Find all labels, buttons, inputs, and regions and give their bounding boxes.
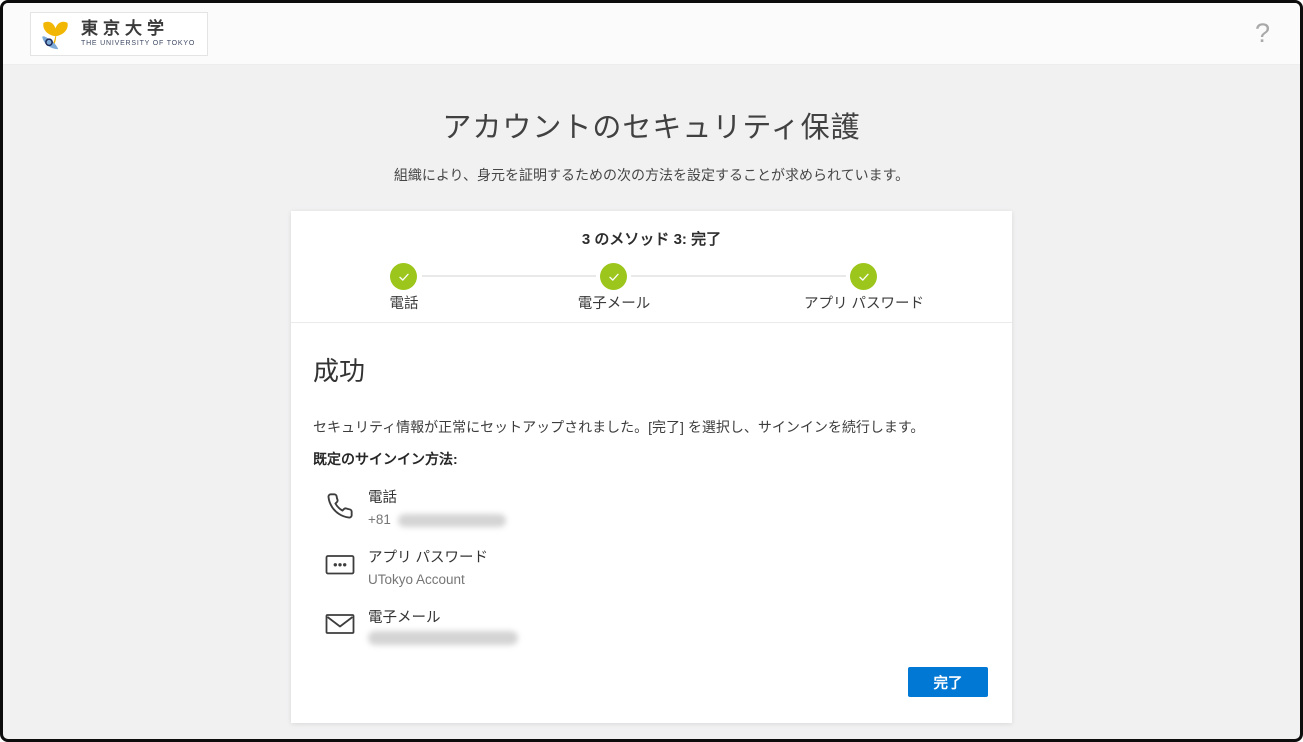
check-icon (606, 269, 622, 285)
step-email-complete-badge (600, 263, 627, 290)
top-bar: 東京大学 THE UNIVERSITY OF TOKYO ? (3, 3, 1300, 65)
ginkgo-leaf-icon (37, 15, 74, 52)
step-app-password-complete-badge (850, 263, 877, 290)
main-content: アカウントのセキュリティ保護 組織により、身元を証明するための次の方法を設定する… (3, 65, 1300, 739)
method-text: 電話 +81 (368, 489, 506, 529)
method-list: 電話 +81 (313, 489, 988, 645)
logo-text: 東京大学 THE UNIVERSITY OF TOKYO (81, 20, 195, 47)
step-label-email: 電子メール (578, 292, 651, 313)
method-label-email: 電子メール (368, 609, 518, 627)
progress-title: 3 のメソッド 3: 完了 (291, 228, 1012, 249)
page-frame: 東京大学 THE UNIVERSITY OF TOKYO ? アカウントのセキュ… (0, 0, 1303, 742)
university-logo: 東京大学 THE UNIVERSITY OF TOKYO (30, 12, 208, 56)
step-label-phone: 電話 (390, 292, 419, 313)
phone-country-code: +81 (368, 511, 391, 529)
success-message: セキュリティ情報が正常にセットアップされました。[完了] を選択し、サインインを… (313, 417, 988, 437)
default-sign-in-method-label: 既定のサインイン方法: (313, 449, 988, 469)
list-item-phone: 電話 +81 (313, 489, 988, 529)
step-phone-complete-badge (390, 263, 417, 290)
success-panel: 成功 セキュリティ情報が正常にセットアップされました。[完了] を選択し、サイン… (291, 323, 1012, 723)
method-label-phone: 電話 (368, 489, 506, 507)
help-icon[interactable]: ? (1255, 20, 1270, 47)
page-title: アカウントのセキュリティ保護 (3, 104, 1300, 146)
step-connector-line (631, 275, 846, 277)
button-row: 完了 (313, 667, 988, 697)
progress-tracker: 3 のメソッド 3: 完了 (291, 211, 1012, 323)
method-text: 電子メール (368, 609, 518, 645)
method-detail-phone: +81 (368, 511, 506, 529)
done-button[interactable]: 完了 (908, 667, 988, 697)
email-icon (325, 609, 355, 645)
step-label-app-password: アプリ パスワード (804, 292, 924, 313)
success-heading: 成功 (313, 353, 988, 389)
method-detail-email (368, 631, 518, 645)
check-icon (856, 269, 872, 285)
redacted-phone-number (398, 514, 506, 527)
app-password-icon (325, 549, 355, 589)
logo-en-label: THE UNIVERSITY OF TOKYO (81, 40, 195, 47)
list-item-email: 電子メール (313, 609, 988, 645)
list-item-app-password: アプリ パスワード UTokyo Account (313, 549, 988, 589)
page-subtitle: 組織により、身元を証明するための次の方法を設定することが求められています。 (3, 165, 1300, 185)
logo-jp-label: 東京大学 (81, 20, 195, 37)
method-text: アプリ パスワード UTokyo Account (368, 549, 488, 589)
check-icon (396, 269, 412, 285)
redacted-email-address (368, 631, 518, 645)
phone-icon (325, 489, 355, 529)
method-label-app-password: アプリ パスワード (368, 549, 488, 567)
security-setup-card: 3 のメソッド 3: 完了 (291, 211, 1012, 723)
method-detail-app-password: UTokyo Account (368, 571, 488, 589)
step-connector-line (422, 275, 596, 277)
